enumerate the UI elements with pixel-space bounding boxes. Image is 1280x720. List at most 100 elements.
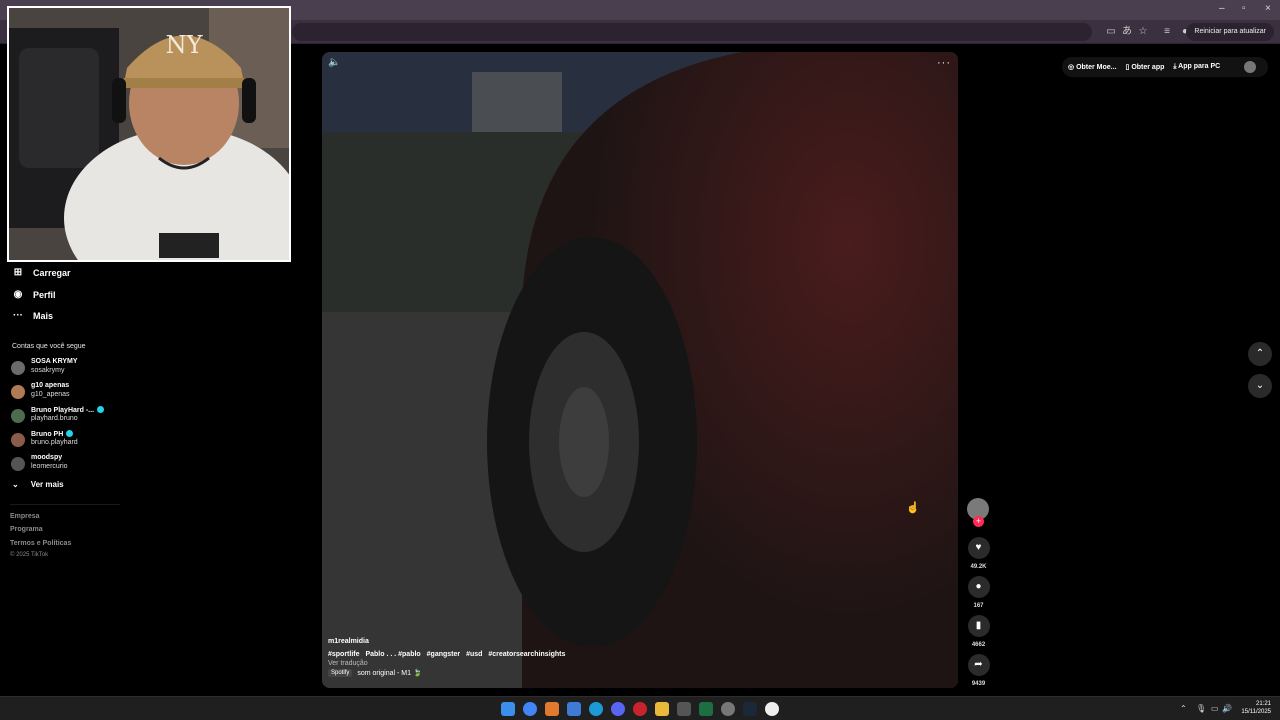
save-button[interactable]: ▮ 4662 xyxy=(967,615,990,648)
close-button[interactable]: × xyxy=(1265,3,1271,14)
calendar-icon[interactable] xyxy=(567,702,581,716)
account-handle: playhard.bruno xyxy=(31,415,78,422)
pc-app-button[interactable]: ⤓ App para PC xyxy=(1173,63,1220,71)
bookmark-icon: ▮ xyxy=(967,615,990,637)
webcam-overlay: NY xyxy=(7,6,291,262)
account-handle: bruno.playhard xyxy=(31,439,78,446)
hashtag[interactable]: #sportlife xyxy=(328,651,360,658)
nav-profile-label: Perfil xyxy=(33,290,56,300)
game-icon[interactable] xyxy=(677,702,691,716)
account-handle: sosakrymy xyxy=(31,367,65,374)
system-clock[interactable]: 21:21 15/11/2025 xyxy=(1241,700,1271,716)
app-icon[interactable] xyxy=(545,702,559,716)
verified-badge-icon xyxy=(97,406,105,413)
clock-date: 15/11/2025 xyxy=(1241,709,1271,715)
see-more-button[interactable]: ⌄ Ver mais xyxy=(12,480,64,489)
upload-icon: ⊞ xyxy=(13,267,23,278)
avatar xyxy=(11,361,25,375)
like-button[interactable]: ♥ 49.2K xyxy=(967,537,990,570)
comment-button[interactable]: ● 167 xyxy=(967,576,990,609)
restore-button[interactable]: ▫ xyxy=(1242,3,1246,14)
tray-chevron-icon[interactable]: ⌃ xyxy=(1180,704,1187,713)
folder-icon[interactable] xyxy=(655,702,669,716)
account-handle: g10_apenas xyxy=(31,391,70,398)
bookmark-star-icon[interactable]: ☆ xyxy=(1136,25,1150,39)
footer-link-terms[interactable]: Termos e Políticas xyxy=(10,540,71,547)
clock-time: 21:21 xyxy=(1255,701,1271,707)
music-title: som original - M1 🍃 xyxy=(357,670,422,677)
windows-start-icon[interactable] xyxy=(501,702,515,716)
hand-cursor-icon: ☝ xyxy=(906,502,920,514)
steam-icon[interactable] xyxy=(743,702,757,716)
following-account[interactable]: SOSA KRYMY sosakrymy xyxy=(11,358,131,380)
address-bar[interactable] xyxy=(292,23,1092,41)
get-app-label: Obter app xyxy=(1131,64,1165,71)
save-count: 4662 xyxy=(971,642,986,648)
video-caption: #sportlife Pablo . . . #pablo #gangster … xyxy=(328,651,569,658)
minimize-button[interactable]: – xyxy=(1219,3,1225,14)
webcam-person-illustration: NY xyxy=(9,8,289,260)
hashtag[interactable]: #gangster xyxy=(427,651,460,658)
next-video-button[interactable]: ⌄ xyxy=(1248,374,1272,398)
microphone-icon[interactable]: 🎙 xyxy=(1196,704,1206,713)
share-count: 9439 xyxy=(971,681,986,687)
obs-icon[interactable] xyxy=(765,702,779,716)
header-actions: ◎ Obter Moe... ▯ Obter app ⤓ App para PC xyxy=(1062,57,1268,77)
account-handle: leomercurio xyxy=(31,463,68,470)
video-player[interactable] xyxy=(322,52,958,688)
video-frame xyxy=(322,52,958,688)
previous-video-button[interactable]: ⌃ xyxy=(1248,342,1272,366)
pc-app-label: App para PC xyxy=(1178,63,1221,70)
svg-text:NY: NY xyxy=(166,31,204,59)
following-account[interactable]: Bruno PlayHard -... playhard.bruno xyxy=(11,406,131,428)
nav-profile[interactable]: ◉ Perfil xyxy=(12,287,56,303)
volume-icon[interactable]: 🔈 xyxy=(328,57,340,69)
following-account[interactable]: Bruno PH bruno.playhard xyxy=(11,430,131,452)
copyright: © 2025 TikTok xyxy=(10,552,49,558)
see-translation-link[interactable]: Ver tradução xyxy=(328,660,368,667)
footer-link-program[interactable]: Programa xyxy=(10,526,43,533)
music-info[interactable]: Spotify som original - M1 🍃 xyxy=(328,669,422,677)
nav-upload[interactable]: ⊞ Carregar xyxy=(12,265,71,281)
spotify-badge: Spotify xyxy=(328,669,353,677)
following-account[interactable]: moodspy leomercurio xyxy=(11,454,131,476)
video-more-options-icon[interactable]: ··· xyxy=(937,57,951,69)
hashtag[interactable]: Pablo . . . #pablo xyxy=(365,651,420,658)
share-button[interactable]: ➦ 9439 xyxy=(967,654,990,687)
settings-icon[interactable] xyxy=(721,702,735,716)
video-author[interactable]: m1realmidia xyxy=(328,638,369,645)
discord-icon[interactable] xyxy=(611,702,625,716)
following-account[interactable]: g10 apenas g10_apenas xyxy=(11,382,131,404)
follow-plus-icon[interactable]: + xyxy=(973,516,984,527)
chrome-icon[interactable] xyxy=(523,702,537,716)
chevron-down-icon: ⌄ xyxy=(12,480,19,489)
comment-icon: ● xyxy=(967,576,990,598)
screen: – ▫ × ▭ あ ☆ ≡ ● Reiniciar para atualizar… xyxy=(0,0,1280,720)
account-name: moodspy xyxy=(31,454,63,461)
extensions-icon[interactable]: ≡ xyxy=(1160,25,1174,39)
get-app-button[interactable]: ▯ Obter app xyxy=(1126,63,1165,71)
excel-icon[interactable] xyxy=(699,702,713,716)
translate-icon[interactable]: あ xyxy=(1120,25,1134,39)
cast-icon[interactable]: ▭ xyxy=(1104,25,1118,39)
edge-icon[interactable] xyxy=(589,702,603,716)
verified-badge-icon xyxy=(66,430,74,437)
hashtag[interactable]: #creatorsearchinsights xyxy=(488,651,565,658)
restart-to-update-button[interactable]: Reiniciar para atualizar xyxy=(1186,23,1274,41)
comment-count: 167 xyxy=(973,603,984,609)
account-name-text: Bruno PlayHard -... xyxy=(31,407,95,414)
hashtag[interactable]: #usd xyxy=(466,651,482,658)
account-name: SOSA KRYMY xyxy=(31,358,78,365)
opera-icon[interactable] xyxy=(633,702,647,716)
following-section-title: Contas que você segue xyxy=(12,343,86,350)
nav-more[interactable]: ··· Mais xyxy=(12,308,53,324)
network-icon[interactable]: ▭ xyxy=(1211,704,1219,713)
header-profile-avatar[interactable] xyxy=(1244,61,1256,73)
see-more-label: Ver mais xyxy=(30,480,64,489)
get-coins-button[interactable]: ◎ Obter Moe... xyxy=(1068,63,1117,71)
more-dots-icon: ··· xyxy=(13,310,23,321)
footer-link-company[interactable]: Empresa xyxy=(10,513,40,520)
speaker-icon[interactable]: 🔊 xyxy=(1222,704,1232,713)
avatar xyxy=(11,409,25,423)
taskbar: ⌃ 🎙 ▭ 🔊 21:21 15/11/2025 xyxy=(0,696,1280,720)
